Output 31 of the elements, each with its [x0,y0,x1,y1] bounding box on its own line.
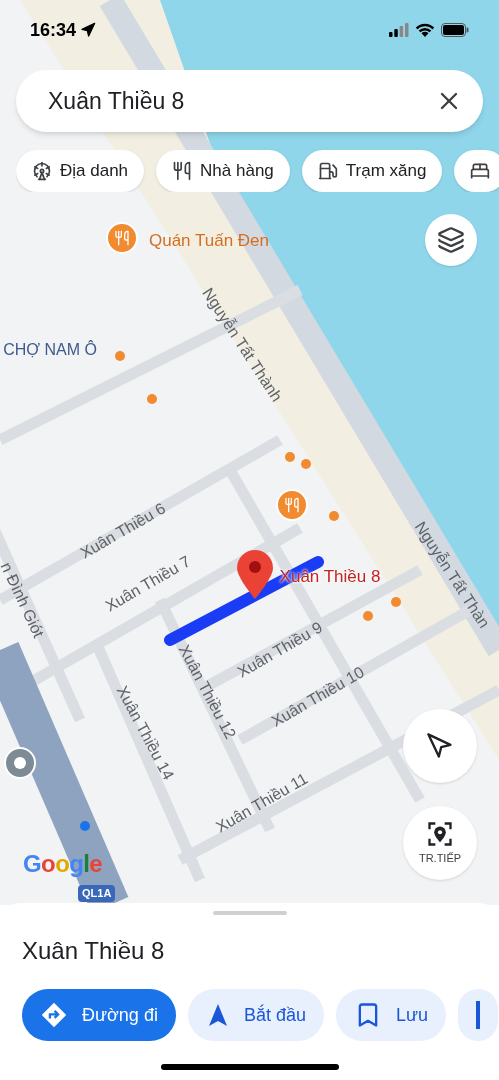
fork-knife-icon [172,161,193,181]
category-chip[interactable]: Nhà hàng [156,150,290,192]
category-chip[interactable]: Trạm xăng [301,150,443,192]
action-button[interactable]: Bắt đầu [187,989,324,1041]
wifi-icon [415,23,435,37]
status-time: 16:34 [30,18,77,42]
battery-icon [441,23,469,37]
navigation-arrow-icon [426,732,454,760]
scan-pin-icon [426,819,454,848]
ferris-wheel-icon [32,161,52,181]
map-label: n Đình Giót [0,559,47,641]
search-input[interactable]: Xuân Thiều 8 [48,83,435,119]
search-field[interactable]: Xuân Thiều 8 [16,70,483,132]
action-button[interactable]: Đường đi [22,989,176,1041]
map-label: Xuân Thiều 11 [213,770,311,836]
map-label: Xuân Thiều 14 [113,683,177,783]
directions-icon [40,1001,68,1029]
action-button[interactable]: Lưu [335,989,447,1041]
action-button[interactable] [458,989,499,1041]
fuel-pump-icon [317,161,338,181]
location-arrow-icon [80,22,97,38]
map-label: Quán Tuấn Đen [149,231,269,249]
layers-icon [437,226,465,254]
bed-icon [470,161,491,181]
place-title: Xuân Thiều 8 [22,936,166,966]
highway-shield: QL1A [78,885,116,902]
google-logo: Google [23,849,103,879]
category-chip[interactable]: Địa danh [16,150,145,192]
map-pin-icon [236,550,274,600]
signal-icon [389,23,409,37]
map-label: CHỢ NAM Ô [3,342,97,358]
